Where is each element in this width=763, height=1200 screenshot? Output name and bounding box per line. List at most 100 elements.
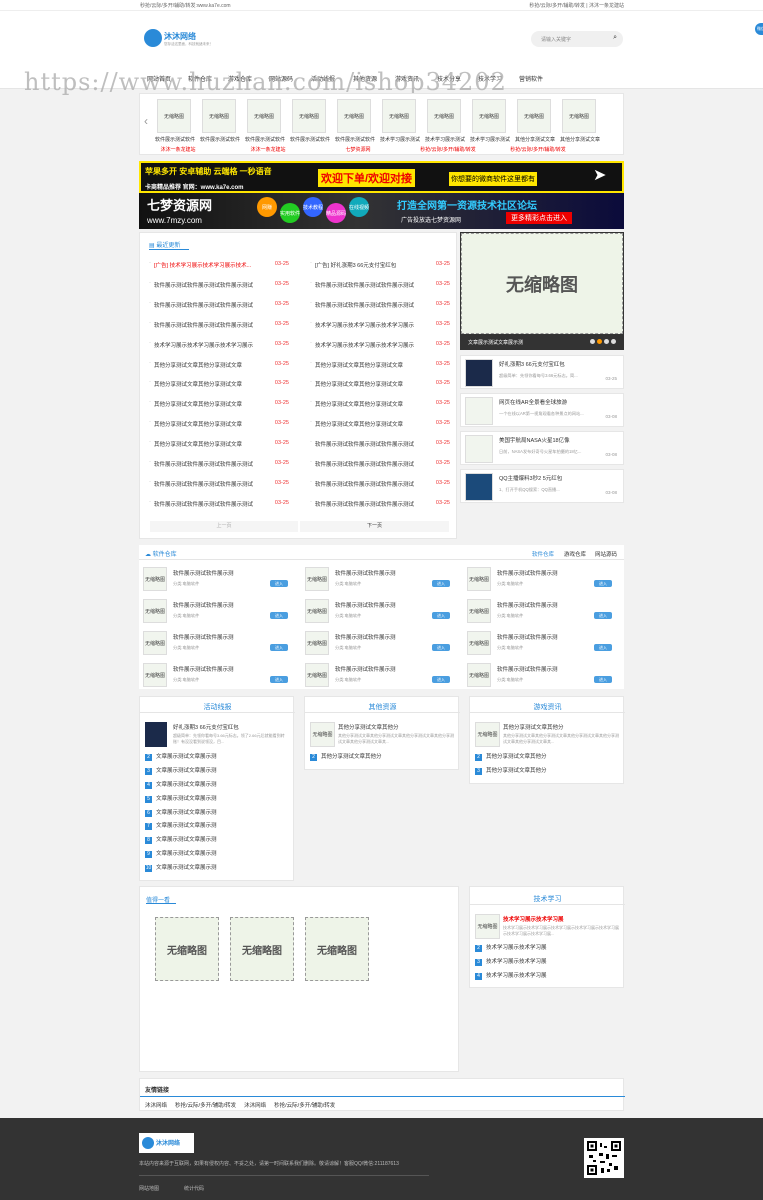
latest-row-title[interactable]: 其他分享测试文章其他分享测试文章 xyxy=(154,361,262,369)
latest-row-title[interactable]: 软件展示测试软件展示测试软件展示测试 xyxy=(154,321,262,329)
list-item[interactable]: 6 文章展示测试文章展示测 xyxy=(145,807,290,821)
next-page-button[interactable]: 下一页 xyxy=(300,521,449,532)
list-item[interactable]: 4 文章展示测试文章展示测 xyxy=(145,779,290,793)
software-item[interactable]: 无缩略图 软件展示测试软件展示测 分类:电脑软件 进入 xyxy=(143,661,298,689)
latest-row[interactable]: · 软件展示测试软件展示测试软件展示测试 03-25 xyxy=(310,300,450,309)
software-item[interactable]: 无缩略图 软件展示测试软件展示测 分类:电脑软件 进入 xyxy=(467,597,622,625)
side-news-item[interactable]: 美国宇航局NASA火星18亿像 日前，NASA发布好奇号火星车拍摄的18亿... 0… xyxy=(460,431,624,465)
software-item-title[interactable]: 软件展示测试软件展示测 xyxy=(335,569,435,577)
latest-row[interactable]: · 其他分享测试文章其他分享测试文章 03-25 xyxy=(310,399,450,408)
tech-top-title[interactable]: 技术学习展示技术学习展 xyxy=(503,915,621,923)
friend-link[interactable]: 秒抢/云际/多开/辅助/转发 xyxy=(274,1103,335,1109)
carousel-item-tag[interactable]: 七梦资源网 xyxy=(323,146,393,153)
banner-2-cta[interactable]: 更多精彩点击进入 xyxy=(506,212,572,224)
latest-row[interactable]: · 其他分享测试文章其他分享测试文章 03-25 xyxy=(149,439,289,448)
software-item-thumb[interactable]: 无缩略图 xyxy=(467,599,491,623)
software-enter-button[interactable]: 进入 xyxy=(270,580,288,587)
carousel-thumb[interactable]: 无缩略图 xyxy=(472,99,506,133)
software-item-thumb[interactable]: 无缩略图 xyxy=(305,599,329,623)
software-enter-button[interactable]: 进入 xyxy=(432,612,450,619)
software-item-thumb[interactable]: 无缩略图 xyxy=(467,663,491,687)
software-item[interactable]: 无缩略图 软件展示测试软件展示测 分类:电脑软件 进入 xyxy=(143,597,298,625)
software-item-thumb[interactable]: 无缩略图 xyxy=(143,599,167,623)
side-news-thumb[interactable] xyxy=(465,359,493,387)
carousel-item-title[interactable]: 技术学习展示测试 xyxy=(468,136,512,143)
software-item-title[interactable]: 软件展示测试软件展示测 xyxy=(335,601,435,609)
latest-row-title[interactable]: 其他分享测试文章其他分享测试文章 xyxy=(154,420,262,428)
carousel-item-title[interactable]: 软件展示测试软件 xyxy=(243,136,287,143)
carousel-thumb[interactable]: 无缩略图 xyxy=(157,99,191,133)
software-item[interactable]: 无缩略图 软件展示测试软件展示测 分类:电脑软件 进入 xyxy=(467,565,622,593)
list-item[interactable]: 4 技术学习展示技术学习展 xyxy=(475,970,620,984)
list-item-title[interactable]: 文章展示测试文章展示测 xyxy=(156,810,217,816)
list-item-title[interactable]: 文章展示测试文章展示测 xyxy=(156,851,217,857)
wechat-float-icon[interactable]: 微信 xyxy=(755,23,763,35)
carousel-item-tag[interactable]: 秒抢/云际/多开/辅助/转发 xyxy=(413,146,483,153)
software-item-title[interactable]: 软件展示测试软件展示测 xyxy=(497,569,597,577)
software-enter-button[interactable]: 进入 xyxy=(594,612,612,619)
latest-row-title[interactable]: [广告] 好礼涨期3 66元支付宝红包 xyxy=(315,261,423,269)
software-enter-button[interactable]: 进入 xyxy=(270,612,288,619)
slide-dot[interactable] xyxy=(604,339,609,344)
software-item[interactable]: 无缩略图 软件展示测试软件展示测 分类:电脑软件 进入 xyxy=(143,629,298,657)
latest-row[interactable]: · 技术学习展示技术学习展示技术学习展示 03-25 xyxy=(310,320,450,329)
carousel-thumb[interactable]: 无缩略图 xyxy=(517,99,551,133)
carousel-prev-icon[interactable]: ‹ xyxy=(144,114,148,128)
latest-row-title[interactable]: 软件展示测试软件展示测试软件展示测试 xyxy=(315,460,423,468)
software-item-thumb[interactable]: 无缩略图 xyxy=(143,663,167,687)
footer-logo[interactable]: 沐沐网络 xyxy=(139,1133,194,1153)
game-box-title[interactable]: 游戏资讯 xyxy=(470,702,625,712)
latest-row-title[interactable]: 其他分享测试文章其他分享测试文章 xyxy=(315,361,423,369)
carousel-item-tag[interactable]: 沐沐一条龙建站 xyxy=(233,146,303,153)
carousel-thumb[interactable]: 无缩略图 xyxy=(247,99,281,133)
logo-icon[interactable] xyxy=(144,29,162,47)
latest-row[interactable]: · 其他分享测试文章其他分享测试文章 03-25 xyxy=(149,379,289,388)
list-item-title[interactable]: 文章展示测试文章展示测 xyxy=(156,865,217,871)
latest-row-title[interactable]: [广告] 技术学习展示技术学习展示技术... xyxy=(154,261,262,269)
software-item[interactable]: 无缩略图 软件展示测试软件展示测 分类:电脑软件 进入 xyxy=(305,597,460,625)
nav-item-marketing[interactable]: 营销软件 xyxy=(519,74,543,83)
latest-row[interactable]: · 其他分享测试文章其他分享测试文章 03-25 xyxy=(149,419,289,428)
side-news-title[interactable]: 好礼涨期3 66元支付宝红包 xyxy=(499,360,619,368)
software-item-thumb[interactable]: 无缩略图 xyxy=(467,567,491,591)
list-item-title[interactable]: 文章展示测试文章展示测 xyxy=(156,796,217,802)
carousel-item-title[interactable]: 软件展示测试软件 xyxy=(153,136,197,143)
software-enter-button[interactable]: 进入 xyxy=(594,580,612,587)
software-item-thumb[interactable]: 无缩略图 xyxy=(143,567,167,591)
latest-row[interactable]: · 技术学习展示技术学习展示技术学习展示 03-25 xyxy=(310,340,450,349)
latest-row-title[interactable]: 软件展示测试软件展示测试软件展示测试 xyxy=(315,281,423,289)
latest-row-title[interactable]: 技术学习展示技术学习展示技术学习展示 xyxy=(315,341,423,349)
latest-row-title[interactable]: 软件展示测试软件展示测试软件展示测试 xyxy=(154,301,262,309)
slide-dot[interactable] xyxy=(590,339,595,344)
software-item-title[interactable]: 软件展示测试软件展示测 xyxy=(173,665,273,673)
footer-link-stats[interactable]: 统计代码 xyxy=(184,1185,204,1192)
software-item[interactable]: 无缩略图 软件展示测试软件展示测 分类:电脑软件 进入 xyxy=(467,629,622,657)
software-enter-button[interactable]: 进入 xyxy=(594,676,612,683)
list-item-title[interactable]: 文章展示测试文章展示测 xyxy=(156,823,217,829)
side-news-item[interactable]: 网页在线AR全景看全球旅游 一个在线以AR第一视角观看各种景点的网站... 03-0… xyxy=(460,393,624,427)
recommend-thumb-3[interactable]: 无缩略图 xyxy=(305,917,369,981)
list-item[interactable]: 3 技术学习展示技术学习展 xyxy=(475,956,620,970)
software-enter-button[interactable]: 进入 xyxy=(594,644,612,651)
software-enter-button[interactable]: 进入 xyxy=(432,676,450,683)
carousel-thumb[interactable]: 无缩略图 xyxy=(382,99,416,133)
side-news-title[interactable]: 美国宇航局NASA火星18亿像 xyxy=(499,436,619,444)
software-item[interactable]: 无缩略图 软件展示测试软件展示测 分类:电脑软件 进入 xyxy=(467,661,622,689)
list-item-title[interactable]: 技术学习展示技术学习展 xyxy=(486,945,547,951)
software-item-thumb[interactable]: 无缩略图 xyxy=(467,631,491,655)
slide-dot-active[interactable] xyxy=(597,339,602,344)
latest-row-title[interactable]: 技术学习展示技术学习展示技术学习展示 xyxy=(315,321,423,329)
side-news-title[interactable]: QQ主播爆料3秒2 5元红包 xyxy=(499,474,619,482)
software-item-thumb[interactable]: 无缩略图 xyxy=(305,631,329,655)
latest-row[interactable]: · [广告] 好礼涨期3 66元支付宝红包 03-25 xyxy=(310,260,450,269)
slide-caption[interactable]: 文章展示测试文章展示测 xyxy=(468,339,523,346)
software-item-title[interactable]: 软件展示测试软件展示测 xyxy=(335,665,435,673)
featured-slide[interactable]: 无缩略图 文章展示测试文章展示测 xyxy=(460,232,624,350)
latest-row-title[interactable]: 软件展示测试软件展示测试软件展示测试 xyxy=(154,460,262,468)
latest-row[interactable]: · 软件展示测试软件展示测试软件展示测试 03-25 xyxy=(149,280,289,289)
software-item-title[interactable]: 软件展示测试软件展示测 xyxy=(497,665,597,673)
latest-row[interactable]: · 技术学习展示技术学习展示技术学习展示 03-25 xyxy=(149,340,289,349)
search-icon[interactable]: ⌕ xyxy=(613,34,617,42)
list-item[interactable]: 2 文章展示测试文章展示测 xyxy=(145,751,290,765)
latest-row[interactable]: · 软件展示测试软件展示测试软件展示测试 03-25 xyxy=(149,459,289,468)
